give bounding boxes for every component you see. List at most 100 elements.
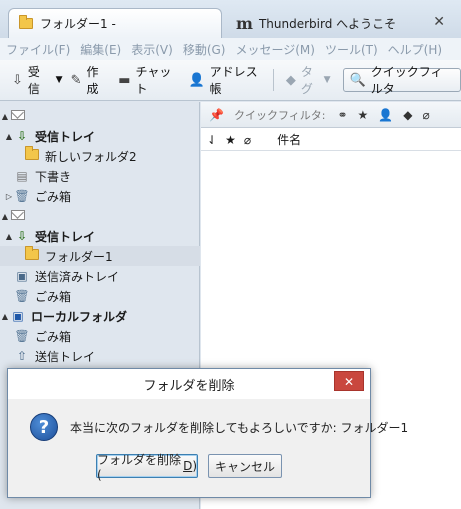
menu-view[interactable]: 表示(V)	[131, 41, 173, 58]
quickfilter-bar: 📌 クイックフィルタ: ⚭ ★ 👤 ◆ ⌀	[201, 102, 461, 128]
twisty-icon[interactable]: ▲	[4, 132, 14, 141]
drafts-icon: ▤	[16, 169, 28, 183]
folder-row-sent[interactable]: ▣ 送信済みトレイ	[0, 266, 200, 286]
folder-label: ごみ箱	[35, 189, 72, 204]
thunderbird-logo-icon: m	[236, 13, 253, 33]
folder-row-account2[interactable]: ▲	[0, 206, 200, 226]
chevron-down-icon: ▼	[323, 75, 331, 85]
trash-icon: 🗑	[14, 329, 30, 343]
twisty-icon[interactable]: ▲	[4, 232, 14, 241]
thread-column-icon[interactable]: ⇃	[207, 133, 217, 147]
folder-label: ごみ箱	[35, 329, 72, 344]
person-icon: 👤	[188, 72, 205, 88]
menu-go[interactable]: 移動(G)	[183, 41, 226, 58]
inbox-icon: ⇩	[16, 229, 28, 243]
twisty-icon[interactable]: ▲	[0, 112, 10, 121]
folder-icon	[19, 15, 33, 29]
trash-icon: 🗑	[14, 289, 30, 303]
tab-folder1[interactable]: フォルダー1 -	[8, 8, 222, 38]
folder-row-drafts[interactable]: ▤ 下書き	[0, 166, 200, 186]
menu-help[interactable]: ヘルプ(H)	[388, 41, 442, 58]
menu-message[interactable]: メッセージ(M)	[235, 41, 314, 58]
receive-button[interactable]: ⇩ 受信	[6, 65, 54, 96]
twisty-icon[interactable]: ▷	[4, 192, 14, 201]
pencil-icon: ✎	[70, 72, 82, 88]
folder-row-inbox[interactable]: ▲ ⇩ 受信トレイ	[0, 226, 200, 246]
folder-label: フォルダー1	[45, 249, 113, 264]
delete-suffix: )	[192, 459, 197, 473]
menu-file[interactable]: ファイル(F)	[6, 41, 70, 58]
chat-icon: ▬	[118, 72, 131, 88]
toolbar-separator	[273, 69, 274, 91]
folder-row-account1[interactable]: ▲	[0, 106, 200, 126]
delete-folder-dialog: フォルダを削除 ✕ ? 本当に次のフォルダを削除してもよろしいですか: フォルダ…	[7, 368, 408, 498]
folder-row-inbox[interactable]: ▲ ⇩ 受信トレイ	[0, 126, 200, 146]
tab-bar: フォルダー1 - m Thunderbird へようこそ ✕	[0, 0, 461, 38]
sent-icon: ▣	[16, 269, 28, 283]
folder-label: ローカルフォルダ	[31, 309, 128, 324]
folder-label: 下書き	[35, 169, 72, 184]
inbox-icon: ⇩	[16, 129, 28, 143]
outbox-icon: ⇧	[16, 349, 28, 363]
addressbook-button[interactable]: 👤 アドレス帳	[182, 65, 267, 96]
pin-icon[interactable]: 📌	[209, 108, 224, 122]
chat-button[interactable]: ▬ チャット	[112, 65, 182, 96]
folder-row-outbox[interactable]: ⇧ 送信トレイ	[0, 346, 200, 366]
dialog-body: ? 本当に次のフォルダを削除してもよろしいですか: フォルダー1 フォルダを削除…	[8, 399, 408, 497]
receive-dropdown[interactable]: ▼	[54, 67, 65, 93]
cancel-button[interactable]: キャンセル	[208, 454, 282, 478]
folder-row-trash[interactable]: 🗑 ごみ箱	[0, 286, 200, 306]
dialog-message: 本当に次のフォルダを削除してもよろしいですか: フォルダー1	[70, 421, 409, 435]
folder-row-trash[interactable]: ▷ 🗑 ごみ箱	[0, 186, 200, 206]
trash-icon: 🗑	[14, 189, 30, 203]
folder-row-folder1[interactable]: フォルダー1	[0, 246, 200, 266]
folder-label: 送信済みトレイ	[35, 269, 120, 284]
cancel-label: キャンセル	[214, 459, 275, 474]
tag-icon: ◆	[285, 72, 296, 88]
download-icon: ⇩	[12, 72, 23, 88]
tag-label: タグ	[300, 65, 313, 96]
compose-label: 作成	[86, 65, 99, 96]
folder-label: ごみ箱	[35, 289, 72, 304]
main-toolbar: ⇩ 受信 ▼ ✎ 作成 ▬ チャット 👤 アドレス帳 ◆ タグ ▼ 🔍 クイック…	[0, 60, 461, 101]
folder-label: 受信トレイ	[35, 129, 96, 144]
delete-folder-button[interactable]: フォルダを削除(D)	[96, 453, 198, 482]
subject-column[interactable]: 件名	[277, 131, 301, 148]
chevron-down-icon: ▼	[55, 75, 63, 85]
quickfilter-button[interactable]: 🔍 クイックフィルタ	[342, 65, 461, 96]
folder-row-local-trash[interactable]: 🗑 ごみ箱	[0, 326, 200, 346]
menu-bar: ファイル(F) 編集(E) 表示(V) 移動(G) メッセージ(M) ツール(T…	[0, 38, 461, 60]
computer-icon: ▣	[12, 309, 24, 323]
tag-icon[interactable]: ◆	[403, 108, 412, 122]
delete-accel: D	[183, 459, 193, 473]
contact-icon[interactable]: 👤	[378, 108, 393, 122]
folder-label: 送信トレイ	[35, 349, 96, 364]
twisty-icon[interactable]: ▲	[0, 212, 10, 221]
folder-row-localfolders[interactable]: ▲ ▣ ローカルフォルダ	[0, 306, 200, 326]
tab-welcome[interactable]: m Thunderbird へようこそ ✕	[230, 8, 455, 38]
star-column-icon[interactable]: ★	[225, 133, 236, 147]
menu-edit[interactable]: 編集(E)	[80, 41, 121, 58]
tag-button[interactable]: ◆ タグ ▼	[280, 65, 337, 96]
addressbook-label: アドレス帳	[209, 65, 258, 96]
menu-tools[interactable]: ツール(T)	[325, 41, 378, 58]
attachment-icon[interactable]: ⌀	[422, 108, 429, 122]
folder-icon	[24, 146, 40, 163]
close-icon[interactable]: ✕	[433, 14, 445, 30]
search-icon: 🔍	[349, 72, 366, 88]
column-header: ⇃ ★ ⌀ 件名	[201, 129, 461, 151]
star-icon[interactable]: ★	[358, 108, 369, 122]
compose-button[interactable]: ✎ 作成	[65, 65, 113, 96]
unread-filter-icon[interactable]: ⚭	[337, 108, 347, 122]
quickfilter-label: クイックフィルタ	[370, 65, 443, 96]
attachment-column-icon[interactable]: ⌀	[244, 133, 251, 147]
chat-label: チャット	[135, 65, 172, 96]
folder-icon	[24, 246, 40, 263]
tab-label: フォルダー1 -	[40, 17, 116, 31]
close-icon[interactable]: ✕	[334, 371, 364, 391]
delete-label: フォルダを削除(	[97, 452, 182, 482]
receive-label: 受信	[27, 65, 40, 96]
twisty-icon[interactable]: ▲	[0, 312, 10, 321]
folder-row-newfolder2[interactable]: 新しいフォルダ2	[0, 146, 200, 166]
envelope-icon	[10, 209, 26, 223]
